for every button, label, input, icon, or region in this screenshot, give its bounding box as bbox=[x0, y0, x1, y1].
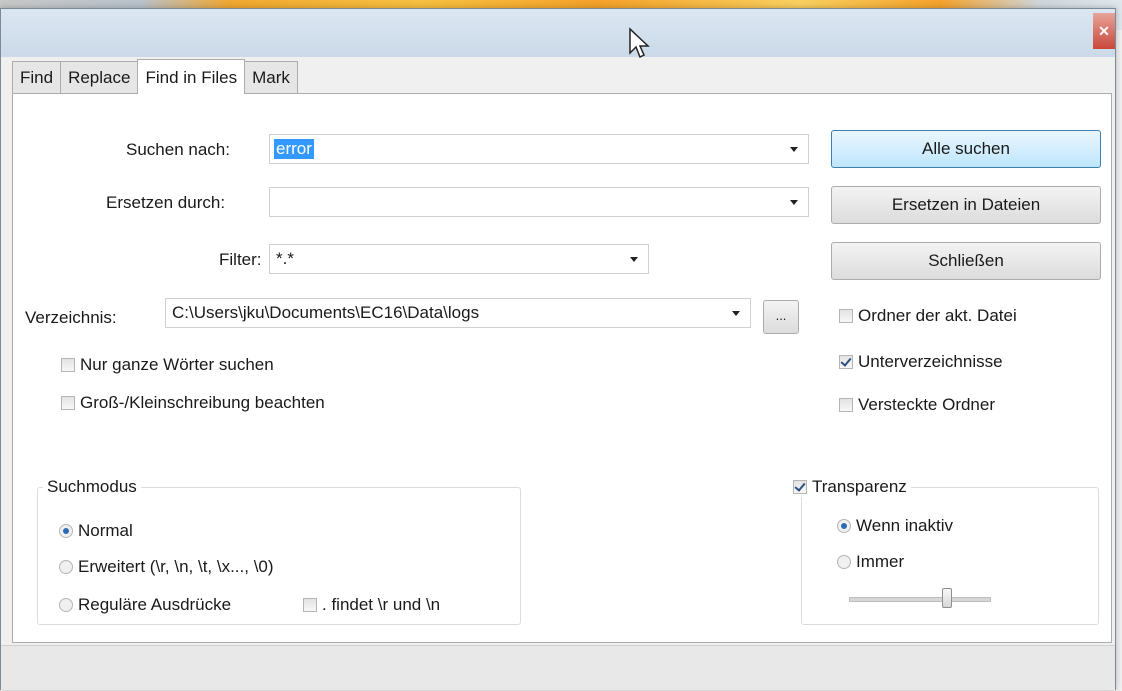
search-mode-title: Suchmodus bbox=[43, 477, 141, 497]
radio-icon bbox=[59, 598, 73, 612]
tab-find-in-files[interactable]: Find in Files bbox=[137, 59, 246, 94]
search-mode-extended-radio[interactable]: Erweitert (\r, \n, \t, \x..., \0) bbox=[59, 557, 274, 577]
status-bar bbox=[1, 645, 1115, 690]
checkbox-icon bbox=[303, 598, 317, 612]
find-value: error bbox=[274, 139, 314, 159]
directory-combobox[interactable]: C:\Users\jku\Documents\EC16\Data\logs bbox=[165, 298, 751, 328]
transparency-inactive-radio[interactable]: Wenn inaktiv bbox=[837, 516, 953, 536]
match-case-checkbox[interactable]: Groß-/Kleinschreibung beachten bbox=[61, 393, 325, 413]
tab-bar: Find Replace Find in Files Mark bbox=[12, 59, 298, 94]
find-label: Suchen nach: bbox=[126, 140, 230, 159]
search-mode-normal-label: Normal bbox=[78, 521, 133, 540]
replace-label: Ersetzen durch: bbox=[106, 193, 226, 212]
find-dialog: ✕ Find Replace Find in Files Mark Suchen… bbox=[0, 8, 1116, 690]
chevron-down-icon[interactable] bbox=[790, 200, 798, 205]
replace-combobox[interactable] bbox=[269, 187, 809, 217]
browse-button[interactable]: ... bbox=[763, 300, 799, 334]
transparency-inactive-label: Wenn inaktiv bbox=[856, 516, 954, 535]
transparency-slider-track[interactable] bbox=[849, 597, 991, 602]
radio-selected-icon bbox=[59, 524, 73, 538]
filter-value: *.* bbox=[276, 249, 294, 268]
checkbox-icon bbox=[839, 309, 853, 323]
transparency-checkbox[interactable]: Transparenz bbox=[789, 477, 911, 497]
current-folder-label: Ordner der akt. Datei bbox=[858, 306, 1017, 325]
hidden-folders-checkbox[interactable]: Versteckte Ordner bbox=[839, 395, 995, 415]
title-bar bbox=[1, 9, 1115, 57]
subfolders-checkbox[interactable]: Unterverzeichnisse bbox=[839, 352, 1003, 372]
tab-mark[interactable]: Mark bbox=[244, 61, 298, 94]
tab-replace[interactable]: Replace bbox=[60, 61, 139, 94]
search-mode-regex-radio[interactable]: Reguläre Ausdrücke bbox=[59, 595, 231, 615]
checkbox-checked-icon bbox=[839, 355, 853, 369]
directory-value: C:\Users\jku\Documents\EC16\Data\logs bbox=[172, 303, 480, 322]
filter-label: Filter: bbox=[219, 250, 262, 269]
subfolders-label: Unterverzeichnisse bbox=[858, 352, 1003, 371]
radio-icon bbox=[59, 560, 73, 574]
filter-combobox[interactable]: *.* bbox=[269, 244, 649, 274]
hidden-folders-label: Versteckte Ordner bbox=[858, 395, 996, 414]
chevron-down-icon[interactable] bbox=[790, 147, 798, 152]
checkbox-icon bbox=[61, 358, 75, 372]
dot-matches-newline-checkbox[interactable]: . findet \r und \n bbox=[303, 595, 440, 615]
chevron-down-icon[interactable] bbox=[630, 257, 638, 262]
transparency-always-label: Immer bbox=[856, 552, 905, 571]
close-button[interactable]: Schließen bbox=[831, 242, 1101, 280]
dot-matches-newline-label: . findet \r und \n bbox=[322, 595, 441, 614]
find-combobox[interactable]: error bbox=[269, 134, 809, 164]
find-all-button[interactable]: Alle suchen bbox=[831, 130, 1101, 168]
whole-words-checkbox[interactable]: Nur ganze Wörter suchen bbox=[61, 355, 274, 375]
chevron-down-icon[interactable] bbox=[732, 311, 740, 316]
find-in-files-panel: Suchen nach: error Ersetzen durch: Filte… bbox=[12, 93, 1112, 643]
tab-find[interactable]: Find bbox=[12, 61, 62, 94]
mouse-cursor-icon bbox=[629, 27, 650, 59]
transparency-label: Transparenz bbox=[812, 477, 907, 496]
close-window-button[interactable]: ✕ bbox=[1093, 13, 1115, 49]
search-mode-regex-label: Reguläre Ausdrücke bbox=[78, 595, 232, 614]
directory-label: Verzeichnis: bbox=[25, 308, 117, 327]
checkbox-icon bbox=[839, 398, 853, 412]
current-folder-checkbox[interactable]: Ordner der akt. Datei bbox=[839, 306, 1017, 326]
checkbox-icon bbox=[61, 396, 75, 410]
search-mode-extended-label: Erweitert (\r, \n, \t, \x..., \0) bbox=[78, 557, 274, 576]
radio-icon bbox=[837, 555, 851, 569]
radio-selected-icon bbox=[837, 519, 851, 533]
transparency-slider-thumb[interactable] bbox=[942, 588, 952, 608]
replace-in-files-button[interactable]: Ersetzen in Dateien bbox=[831, 186, 1101, 224]
search-mode-normal-radio[interactable]: Normal bbox=[59, 521, 133, 541]
whole-words-label: Nur ganze Wörter suchen bbox=[80, 355, 274, 374]
checkbox-checked-icon bbox=[793, 480, 807, 494]
transparency-always-radio[interactable]: Immer bbox=[837, 552, 904, 572]
match-case-label: Groß-/Kleinschreibung beachten bbox=[80, 393, 325, 412]
